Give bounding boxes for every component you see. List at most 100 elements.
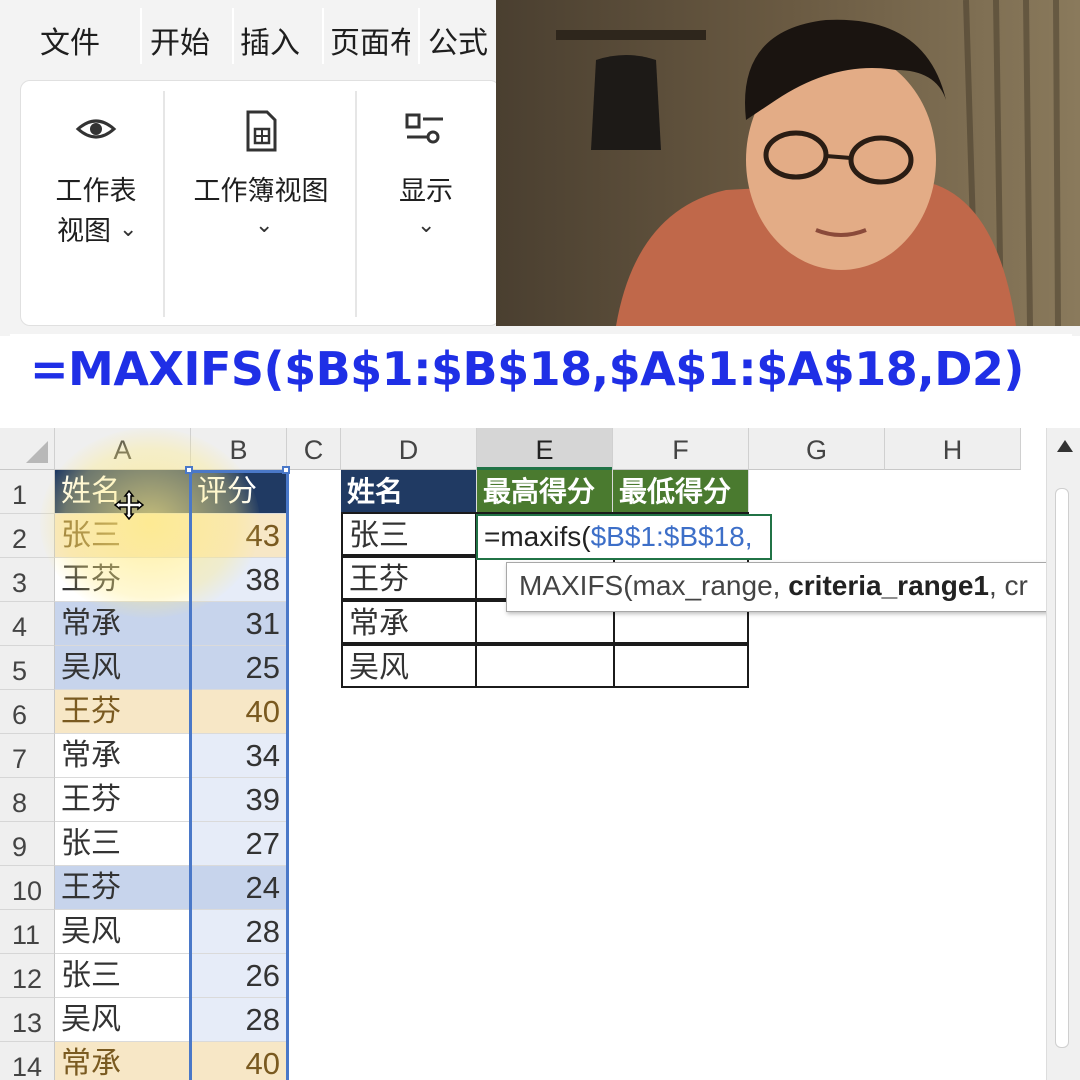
range-selection-border: [189, 470, 192, 1080]
cell-name[interactable]: 王芬: [55, 778, 191, 822]
display-label: 显示: [399, 176, 453, 207]
vertical-scrollbar[interactable]: [1046, 428, 1080, 1080]
cell-score[interactable]: 25: [191, 646, 287, 690]
row-header[interactable]: 8: [0, 778, 55, 822]
column-header-e[interactable]: E: [477, 428, 613, 470]
range-resize-handle[interactable]: [282, 466, 290, 474]
cell-name[interactable]: 常承: [55, 1042, 191, 1080]
cell-score[interactable]: 24: [191, 866, 287, 910]
cell-score[interactable]: 40: [191, 1042, 287, 1080]
worksheet-view-label-1: 工作表: [55, 176, 137, 207]
column-header-d[interactable]: D: [341, 428, 477, 470]
edit-text: =maxifs(: [484, 521, 591, 552]
tab-separator: [418, 8, 420, 64]
cell-score[interactable]: 28: [191, 910, 287, 954]
cell-name[interactable]: 王芬: [55, 690, 191, 734]
cell-name[interactable]: 王芬: [55, 866, 191, 910]
select-all-corner[interactable]: [0, 428, 55, 470]
spreadsheet-grid: A B C D E F G H 1 2 3 4 5 6 7 8 9 10 11 12 13 14 姓名 评分…: [0, 428, 1080, 1080]
workbook-view-button[interactable]: 工作簿视图 ⌄: [171, 81, 351, 327]
cell-score[interactable]: 26: [191, 954, 287, 998]
display-button[interactable]: 显示 ⌄: [361, 81, 491, 327]
tooltip-current-arg: criteria_range1: [788, 570, 989, 601]
tab-formulas[interactable]: 公式: [428, 18, 498, 62]
range-selection-border: [189, 470, 289, 473]
cell-d-name[interactable]: 吴风: [341, 644, 477, 688]
cell-score[interactable]: 38: [191, 558, 287, 602]
column-header-c[interactable]: C: [287, 428, 341, 470]
row-header[interactable]: 1: [0, 470, 55, 514]
tab-separator: [322, 8, 324, 64]
cell-e2-editing[interactable]: =maxifs($B$1:$B$18,: [476, 514, 772, 560]
column-header-h[interactable]: H: [885, 428, 1021, 470]
cell-name[interactable]: 常承: [55, 602, 191, 646]
cell-name[interactable]: 吴风: [55, 998, 191, 1042]
row-header[interactable]: 9: [0, 822, 55, 866]
tooltip-rest: , cr: [989, 570, 1028, 601]
range-selection-border: [286, 470, 289, 1080]
header-cell-max-score[interactable]: 最高得分: [477, 470, 613, 514]
workbook-icon: [246, 110, 277, 152]
cell-name[interactable]: 吴风: [55, 646, 191, 690]
column-header-a[interactable]: A: [55, 428, 191, 470]
formula-text: =MAXIFS($B$1:$B$18,$A$1:$A$18,D2): [30, 342, 1024, 396]
cell-d-name[interactable]: 王芬: [341, 556, 477, 600]
scrollbar-thumb[interactable]: [1055, 488, 1069, 1048]
cell-name[interactable]: 常承: [55, 734, 191, 778]
worksheet-view-button[interactable]: 工作表 视图 ⌄: [31, 81, 161, 327]
tab-insert[interactable]: 插入: [240, 18, 300, 62]
cell-score[interactable]: 34: [191, 734, 287, 778]
cell-score[interactable]: 27: [191, 822, 287, 866]
display-options-icon: [405, 113, 443, 144]
header-cell-min-score[interactable]: 最低得分: [613, 470, 749, 514]
row-header[interactable]: 7: [0, 734, 55, 778]
scroll-up-icon[interactable]: [1057, 440, 1073, 452]
cell-score[interactable]: 39: [191, 778, 287, 822]
cell-d-name[interactable]: 常承: [341, 600, 477, 644]
row-header[interactable]: 6: [0, 690, 55, 734]
edit-reference: $B$1:$B$18,: [590, 521, 753, 552]
row-header[interactable]: 10: [0, 866, 55, 910]
row-header[interactable]: 2: [0, 514, 55, 558]
row-header[interactable]: 14: [0, 1042, 55, 1080]
worksheet-view-label-2: 视图: [57, 216, 111, 247]
chevron-down-icon: ⌄: [119, 217, 138, 242]
tab-page-layout[interactable]: 页面布: [330, 18, 410, 62]
tab-separator: [232, 8, 234, 64]
cell-name[interactable]: 吴风: [55, 910, 191, 954]
move-cursor-icon: [114, 490, 144, 520]
cell-d-name[interactable]: 张三: [341, 512, 477, 556]
chevron-down-icon: ⌄: [417, 213, 436, 238]
row-header[interactable]: 13: [0, 998, 55, 1042]
group-separator: [163, 91, 165, 317]
cell-max-score[interactable]: [475, 644, 615, 688]
column-header-b[interactable]: B: [191, 428, 287, 470]
cell-name[interactable]: 张三: [55, 822, 191, 866]
range-resize-handle[interactable]: [185, 466, 193, 474]
cell-name[interactable]: 王芬: [55, 558, 191, 602]
row-header[interactable]: 3: [0, 558, 55, 602]
cell-score[interactable]: 43: [191, 514, 287, 558]
function-tooltip[interactable]: MAXIFS(max_range, criteria_range1, cr: [506, 562, 1080, 612]
cell-score[interactable]: 28: [191, 998, 287, 1042]
tab-file[interactable]: 文件: [40, 18, 100, 62]
row-header[interactable]: 11: [0, 910, 55, 954]
column-header-g[interactable]: G: [749, 428, 885, 470]
menu-tabs: 文件 开始 插入 页面布 公式: [0, 0, 500, 78]
row-header[interactable]: 4: [0, 602, 55, 646]
workbook-view-label: 工作簿视图: [193, 176, 329, 207]
presenter-video: [496, 0, 1080, 326]
header-cell-score[interactable]: 评分: [191, 470, 287, 514]
tab-home[interactable]: 开始: [150, 18, 210, 62]
column-header-f[interactable]: F: [613, 428, 749, 470]
row-header[interactable]: 5: [0, 646, 55, 690]
header-cell-d-name[interactable]: 姓名: [341, 470, 477, 514]
cell-score[interactable]: 31: [191, 602, 287, 646]
cell-name[interactable]: 张三: [55, 954, 191, 998]
formula-banner: =MAXIFS($B$1:$B$18,$A$1:$A$18,D2): [10, 334, 1072, 412]
cell-min-score[interactable]: [613, 644, 749, 688]
cell-name[interactable]: 张三: [55, 514, 191, 558]
row-header[interactable]: 12: [0, 954, 55, 998]
tab-separator: [140, 8, 142, 64]
cell-score[interactable]: 40: [191, 690, 287, 734]
